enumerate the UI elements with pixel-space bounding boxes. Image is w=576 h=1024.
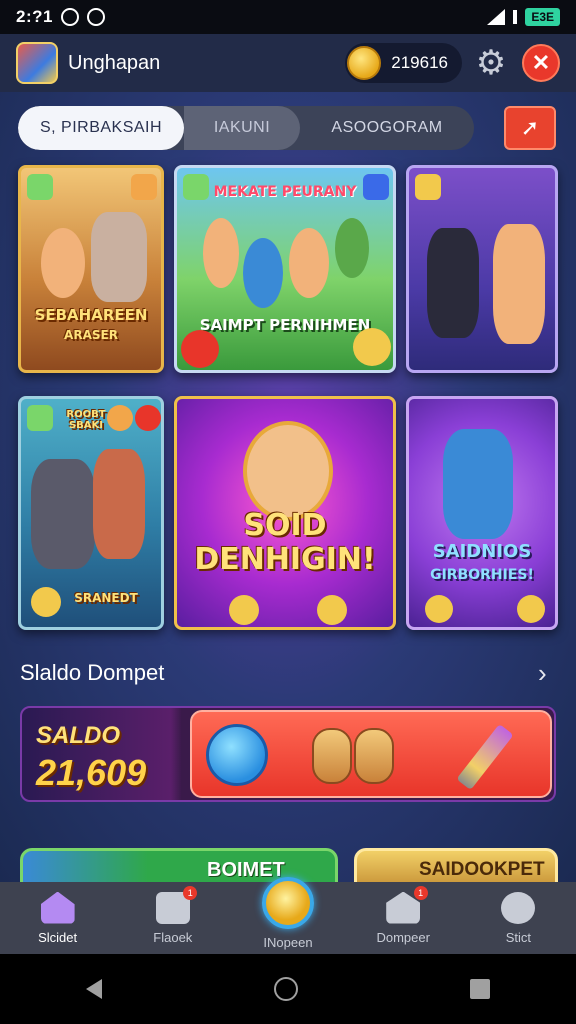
bottom-nav: Slcidet 1 Flaoek INopeen 1 Dompeer Stict — [0, 876, 576, 954]
nav-item-games[interactable]: 1 Flaoek — [115, 882, 230, 954]
character-image — [93, 449, 145, 559]
coin-image — [317, 595, 347, 625]
game-subtitle: SRANEDT — [74, 591, 138, 605]
app-logo[interactable] — [16, 42, 58, 84]
coin-icon — [347, 46, 382, 80]
game-card[interactable] — [406, 165, 558, 373]
status-bar: 2:?1 E3E — [0, 0, 576, 34]
nav-item-center[interactable]: INopeen — [230, 876, 345, 954]
badge-icon — [415, 174, 441, 200]
wifi-icon — [513, 10, 518, 24]
recents-icon[interactable] — [470, 979, 490, 999]
promo-label: SAIDOOKPET — [419, 859, 545, 880]
badge-icon — [131, 174, 157, 200]
home-button-icon[interactable] — [274, 977, 298, 1001]
saldo-label: SALDO — [36, 722, 120, 749]
badge-icon — [135, 405, 161, 431]
game-title: MEKATE PEURANY — [213, 184, 357, 200]
nav-item-wallet[interactable]: 1 Dompeer — [346, 882, 461, 954]
game-subtitle: GIRBORHIES! — [430, 567, 534, 583]
coin-balance: 219616 — [391, 53, 448, 72]
character-icon — [312, 728, 352, 784]
saldo-value: 21,609 — [36, 752, 147, 793]
character-image — [203, 218, 239, 288]
game-card[interactable]: MEKATE PEURANY SAIMPT PERNIHMEN — [174, 165, 396, 373]
tab-bar: S, PIRBAKSAIH IAKUNI ASOOGORAM — [18, 106, 474, 150]
tab-pirbaksaih[interactable]: S, PIRBAKSAIH — [18, 106, 184, 150]
character-image — [427, 228, 479, 338]
notification-icon — [60, 8, 79, 26]
chevron-right-icon[interactable]: › — [538, 658, 547, 689]
coin-image — [229, 595, 259, 625]
character-image — [31, 459, 95, 569]
coin-icon — [262, 876, 314, 929]
coin-balance-pill[interactable]: 219616 — [345, 43, 462, 83]
system-nav-bar — [0, 954, 576, 1024]
app-header: Unghapan 219616 ⚙ ✕ — [0, 34, 576, 92]
gear-icon[interactable]: ⚙ — [474, 46, 508, 80]
game-title: SOID DENHIGIN! — [194, 508, 376, 577]
saldo-card[interactable]: SALDO 21,609 — [20, 706, 556, 802]
coin-image — [353, 328, 391, 366]
game-card[interactable]: ROOBT SBAKI SRANEDT — [18, 396, 164, 630]
character-image — [335, 218, 369, 278]
coin-image — [517, 595, 545, 623]
nav-label: Flaoek — [153, 929, 193, 945]
section-title: Slaldo Dompet — [20, 660, 165, 685]
character-image — [493, 224, 545, 344]
character-image — [41, 228, 85, 298]
character-image — [243, 238, 283, 308]
profile-icon — [501, 891, 536, 924]
game-card[interactable]: SAIDNIOS GIRBORHIES! — [406, 396, 558, 630]
promo-label: BOIMET — [207, 859, 285, 881]
share-icon: ➚ — [520, 115, 540, 140]
nav-label: Slcidet — [38, 929, 78, 945]
character-image — [243, 421, 333, 521]
status-time: 2:?1 — [16, 7, 53, 26]
alert-icon[interactable]: ✕ — [522, 44, 560, 82]
notification-badge: 1 — [413, 886, 428, 900]
nav-label: INopeen — [263, 934, 313, 950]
character-icon — [354, 728, 394, 784]
nav-label: Stict — [505, 929, 532, 945]
share-button[interactable]: ➚ — [504, 106, 556, 150]
game-card[interactable]: SOID DENHIGIN! — [174, 396, 396, 630]
coin-image — [425, 595, 453, 623]
saldo-action-button[interactable] — [190, 710, 552, 798]
game-card[interactable]: SEBAHAREEN ARASER — [18, 165, 164, 373]
battery-icon: E3E — [525, 8, 560, 26]
game-title: SAIDNIOS — [432, 541, 532, 562]
game-subtitle: ARASER — [64, 328, 118, 342]
character-image — [289, 228, 329, 298]
game-title: SEBAHAREEN — [34, 306, 148, 324]
home-icon — [40, 891, 75, 924]
coin-image — [181, 330, 219, 368]
app-title: Unghapan — [68, 51, 161, 74]
smile-icon — [206, 724, 268, 786]
nav-item-home[interactable]: Slcidet — [0, 882, 115, 954]
character-image — [443, 429, 513, 539]
nav-label: Dompeer — [376, 929, 430, 945]
badge-icon — [27, 405, 53, 431]
pencil-icon — [456, 723, 514, 791]
character-image — [91, 212, 147, 302]
back-icon[interactable] — [86, 979, 102, 999]
badge-icon — [107, 405, 133, 431]
badge-icon — [27, 174, 53, 200]
tab-iakuni[interactable]: IAKUNI — [184, 106, 300, 150]
notification-badge: 1 — [183, 886, 198, 900]
signal-icon — [487, 9, 506, 25]
notification-icon-2 — [86, 8, 105, 26]
tab-asoogoram[interactable]: ASOOGORAM — [300, 106, 474, 150]
nav-item-profile[interactable]: Stict — [461, 882, 576, 954]
